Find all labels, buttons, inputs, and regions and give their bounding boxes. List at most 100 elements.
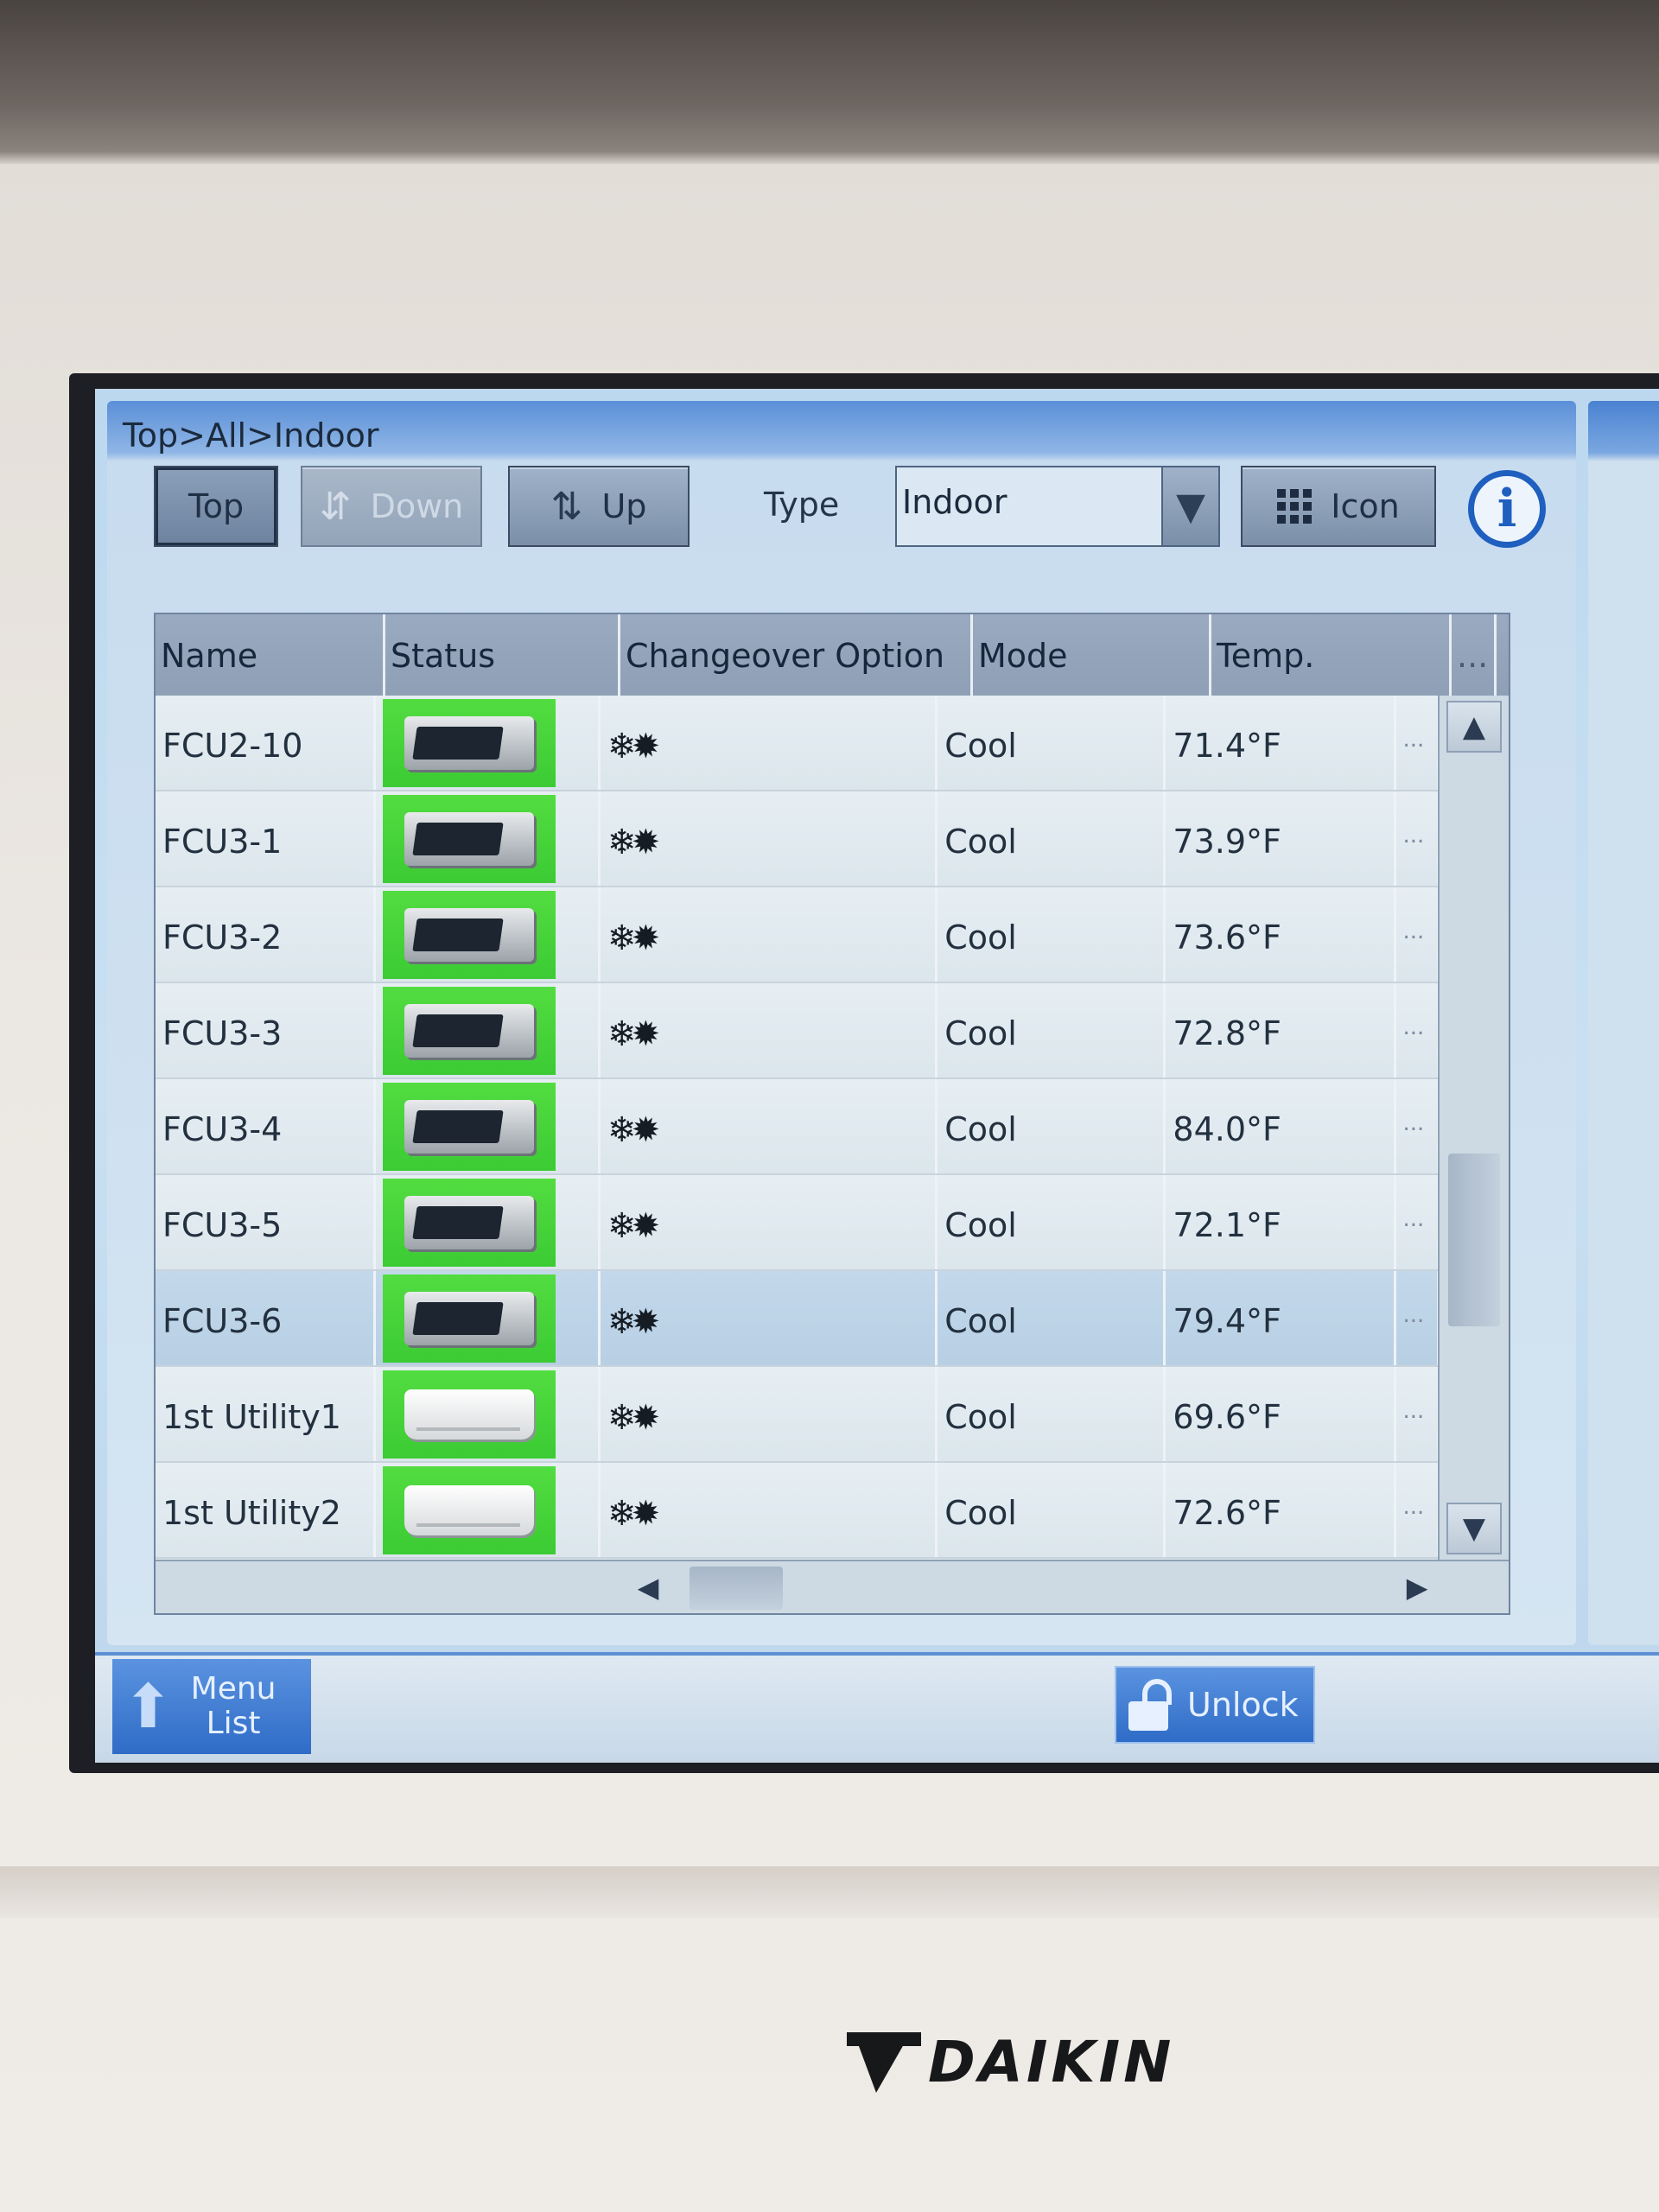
- status-on-tile[interactable]: [382, 1274, 556, 1363]
- unlock-button[interactable]: Unlock: [1115, 1666, 1315, 1744]
- top-button[interactable]: Top: [154, 466, 278, 547]
- cell-mode: Cool: [938, 1271, 1166, 1365]
- toolbar: Top ⇵ Down ⇅ Up Type Indoor ▼ Icon i: [107, 461, 1576, 565]
- status-on-tile[interactable]: [382, 698, 556, 787]
- cell-changeover: ❄✹: [601, 791, 938, 886]
- status-on-tile[interactable]: [382, 1370, 556, 1459]
- cell-more[interactable]: ...: [1396, 1175, 1440, 1269]
- cool-heat-changeover-icon: ❄✹: [607, 918, 660, 958]
- vertical-scrollbar[interactable]: ▲ ▼: [1438, 696, 1509, 1560]
- cell-status[interactable]: [376, 1079, 601, 1173]
- vertical-scroll-thumb[interactable]: [1448, 1154, 1500, 1326]
- cell-more[interactable]: ...: [1396, 1367, 1440, 1461]
- duct-unit-icon: [404, 715, 534, 770]
- status-on-tile[interactable]: [382, 986, 556, 1075]
- cell-mode: Cool: [938, 1463, 1166, 1557]
- cool-heat-changeover-icon: ❄✹: [607, 1302, 660, 1342]
- type-select[interactable]: Indoor ▼: [895, 466, 1220, 547]
- header-temp[interactable]: Temp.: [1211, 614, 1452, 696]
- cell-mode: Cool: [938, 696, 1166, 790]
- header-more[interactable]: ...: [1452, 614, 1497, 696]
- cell-status[interactable]: [376, 1271, 601, 1365]
- up-arrows-icon: ⇅: [550, 484, 583, 529]
- header-mode[interactable]: Mode: [973, 614, 1211, 696]
- cell-status[interactable]: [376, 983, 601, 1077]
- table-row[interactable]: FCU3-3 ❄✹ Cool 72.8°F...: [156, 983, 1440, 1079]
- table-row[interactable]: 1st Utility2 ❄✹ Cool 72.6°F...: [156, 1463, 1440, 1559]
- daikin-logo-mark: [847, 2031, 921, 2093]
- scroll-right-icon: ▶: [1406, 1571, 1428, 1604]
- header-status[interactable]: Status: [385, 614, 620, 696]
- cell-status[interactable]: [376, 1463, 601, 1557]
- cell-name: 1st Utility1: [156, 1367, 376, 1461]
- cell-status[interactable]: [376, 696, 601, 790]
- header-name[interactable]: Name: [156, 614, 385, 696]
- cell-temp: 72.1°F: [1166, 1175, 1396, 1269]
- cell-mode: Cool: [938, 1367, 1166, 1461]
- cell-more[interactable]: ...: [1396, 696, 1440, 790]
- top-button-label: Top: [188, 487, 245, 525]
- wall-unit-icon: [404, 1389, 534, 1440]
- cell-changeover: ❄✹: [601, 1079, 938, 1173]
- cell-more[interactable]: ...: [1396, 1463, 1440, 1557]
- cell-temp: 71.4°F: [1166, 696, 1396, 790]
- units-table: Name Status Changeover Option Mode Temp.…: [154, 613, 1510, 1615]
- status-on-tile[interactable]: [382, 890, 556, 979]
- cell-more[interactable]: ...: [1396, 983, 1440, 1077]
- cell-status[interactable]: [376, 1175, 601, 1269]
- main-panel: Top>All>Indoor Top ⇵ Down ⇅ Up Type Indo…: [107, 401, 1576, 1645]
- cell-status[interactable]: [376, 791, 601, 886]
- table-row[interactable]: FCU3-2 ❄✹ Cool 73.6°F...: [156, 887, 1440, 983]
- cell-name: FCU3-3: [156, 983, 376, 1077]
- status-on-tile[interactable]: [382, 794, 556, 883]
- down-button[interactable]: ⇵ Down: [301, 466, 482, 547]
- cell-temp: 84.0°F: [1166, 1079, 1396, 1173]
- cell-more[interactable]: ...: [1396, 1079, 1440, 1173]
- up-button[interactable]: ⇅ Up: [508, 466, 690, 547]
- scroll-up-icon[interactable]: ▲: [1446, 701, 1502, 753]
- down-arrows-icon: ⇵: [319, 484, 352, 529]
- cell-temp: 73.9°F: [1166, 791, 1396, 886]
- cell-name: FCU3-1: [156, 791, 376, 886]
- cell-changeover: ❄✹: [601, 887, 938, 982]
- horizontal-scroll-thumb[interactable]: [690, 1567, 783, 1610]
- cell-name: FCU3-6: [156, 1271, 376, 1365]
- table-row[interactable]: FCU3-6 ❄✹ Cool 79.4°F...: [156, 1271, 1440, 1367]
- table-row[interactable]: FCU3-5 ❄✹ Cool 72.1°F...: [156, 1175, 1440, 1271]
- scroll-left-button[interactable]: ◀: [622, 1561, 674, 1613]
- cell-status[interactable]: [376, 1367, 601, 1461]
- status-on-tile[interactable]: [382, 1178, 556, 1267]
- header-changeover[interactable]: Changeover Option: [620, 614, 973, 696]
- chevron-down-icon[interactable]: ▼: [1161, 467, 1218, 545]
- duct-unit-icon: [404, 1195, 534, 1249]
- cool-heat-changeover-icon: ❄✹: [607, 823, 660, 862]
- cell-mode: Cool: [938, 791, 1166, 886]
- scroll-down-icon[interactable]: ▼: [1446, 1503, 1502, 1554]
- cell-mode: Cool: [938, 1079, 1166, 1173]
- scroll-left-icon: ◀: [637, 1571, 659, 1604]
- cell-more[interactable]: ...: [1396, 791, 1440, 886]
- daikin-logo: DAIKIN: [847, 2029, 1174, 2095]
- info-icon[interactable]: i: [1468, 470, 1546, 548]
- cool-heat-changeover-icon: ❄✹: [607, 727, 660, 766]
- status-on-tile[interactable]: [382, 1082, 556, 1171]
- table-row[interactable]: 1st Utility1 ❄✹ Cool 69.6°F...: [156, 1367, 1440, 1463]
- daikin-logo-text: DAIKIN: [928, 2029, 1175, 2095]
- table-row[interactable]: FCU3-4 ❄✹ Cool 84.0°F...: [156, 1079, 1440, 1175]
- duct-unit-icon: [404, 1291, 534, 1345]
- status-on-tile[interactable]: [382, 1465, 556, 1554]
- cell-changeover: ❄✹: [601, 1367, 938, 1461]
- table-row[interactable]: FCU3-1 ❄✹ Cool 73.9°F...: [156, 791, 1440, 887]
- icon-view-button[interactable]: Icon: [1241, 466, 1436, 547]
- duct-unit-icon: [404, 1003, 534, 1058]
- cell-more[interactable]: ...: [1396, 1271, 1440, 1365]
- duct-unit-icon: [404, 811, 534, 866]
- table-row[interactable]: FCU2-10 ❄✹ Cool 71.4°F...: [156, 696, 1440, 791]
- menu-list-button[interactable]: ⬆ Menu List: [112, 1659, 311, 1754]
- cool-heat-changeover-icon: ❄✹: [607, 1014, 660, 1054]
- cell-status[interactable]: [376, 887, 601, 982]
- scroll-right-button[interactable]: ▶: [1391, 1561, 1443, 1613]
- cell-changeover: ❄✹: [601, 1175, 938, 1269]
- cell-more[interactable]: ...: [1396, 887, 1440, 982]
- horizontal-scrollbar[interactable]: ◀ ▶: [156, 1560, 1509, 1613]
